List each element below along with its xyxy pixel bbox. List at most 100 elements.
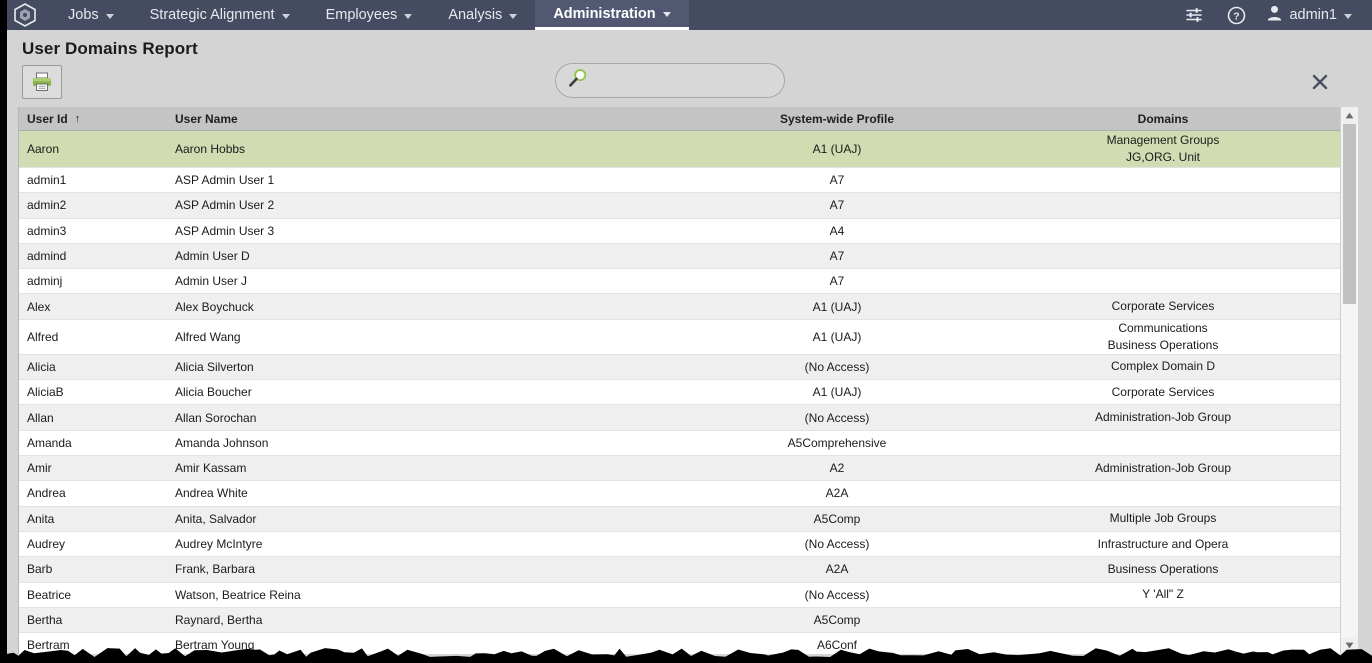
cell-system-wide-profile: A4 bbox=[829, 223, 845, 238]
cell-system-wide-profile: (No Access) bbox=[804, 537, 870, 552]
magnifier-icon bbox=[568, 68, 588, 93]
cell-system-wide-profile: A7 bbox=[829, 249, 845, 264]
cell-user-id: Audrey bbox=[27, 537, 66, 552]
cell-user-name: Admin User J bbox=[175, 274, 248, 289]
column-header-domains[interactable]: Domains bbox=[987, 112, 1339, 126]
table-row[interactable]: adminj Admin User J A7 bbox=[19, 269, 1354, 295]
column-header-user-id[interactable]: User Id ↑ bbox=[19, 112, 167, 126]
table-row[interactable]: admind Admin User D A7 bbox=[19, 243, 1354, 270]
scroll-up-button[interactable] bbox=[1341, 107, 1358, 124]
cell-domains bbox=[987, 269, 1339, 293]
table-row[interactable]: Bertha Raynard, Bertha A5Comp bbox=[19, 607, 1354, 634]
table-row[interactable]: AliciaB Alicia Boucher A1 (UAJ) Corporate S… bbox=[19, 380, 1354, 406]
close-report-button[interactable] bbox=[1305, 67, 1335, 97]
domain-entry: Management Groups bbox=[1106, 132, 1220, 147]
nav-item-label: Strategic Alignment bbox=[149, 7, 275, 23]
cell-user-name: ASP Admin User 2 bbox=[175, 198, 275, 213]
user-avatar-icon bbox=[1267, 5, 1282, 25]
cell-user-id: Barb bbox=[27, 562, 53, 577]
cell-system-wide-profile: A5Comprehensive bbox=[787, 435, 887, 450]
cell-domains bbox=[987, 219, 1339, 243]
user-menu[interactable]: admin1 bbox=[1257, 5, 1358, 25]
sort-ascending-icon: ↑ bbox=[74, 112, 81, 125]
table-row[interactable]: Allan Allan Sorochan (No Access) Administra… bbox=[19, 405, 1354, 431]
column-header-system-wide-profile[interactable]: System-wide Profile bbox=[687, 112, 987, 126]
column-label: User Id bbox=[27, 111, 68, 126]
domain-entry: Business Operations bbox=[1107, 561, 1219, 576]
cell-system-wide-profile: A5Comp bbox=[813, 511, 861, 526]
table-row[interactable]: Alex Alex Boychuck A1 (UAJ) Corporate Servi… bbox=[19, 294, 1354, 320]
cell-user-name: Frank, Barbara bbox=[175, 562, 256, 577]
chevron-down-icon bbox=[281, 13, 290, 19]
table-row[interactable]: Amir Amir Kassam A2 Administration-Job Grou… bbox=[19, 456, 1354, 482]
scrollbar-thumb[interactable] bbox=[1343, 124, 1356, 304]
cell-user-id: Bertram bbox=[27, 638, 70, 653]
table-row[interactable]: admin1 ASP Admin User 1 A7 bbox=[19, 168, 1354, 194]
table-row[interactable]: Alicia Alicia Silverton (No Access) Complex… bbox=[19, 354, 1354, 381]
domain-entry: Multiple Job Groups bbox=[1109, 511, 1217, 526]
nav-item-strategic-alignment[interactable]: Strategic Alignment bbox=[132, 0, 308, 30]
cell-user-id: Amanda bbox=[27, 435, 72, 450]
cell-domains: Management Groups JG,ORG. Unit bbox=[987, 131, 1339, 167]
cell-system-wide-profile: A7 bbox=[829, 198, 845, 213]
table-row[interactable]: Alfred Alfred Wang A1 (UAJ) Communications B… bbox=[19, 319, 1354, 355]
cell-system-wide-profile: (No Access) bbox=[804, 410, 870, 425]
table-row[interactable]: admin2 ASP Admin User 2 A7 bbox=[19, 193, 1354, 219]
table-row[interactable]: Amanda Amanda Johnson A5Comprehensive bbox=[19, 430, 1354, 457]
cell-system-wide-profile: A1 (UAJ) bbox=[812, 299, 862, 314]
chevron-down-icon bbox=[105, 13, 114, 19]
chevron-down-icon bbox=[662, 12, 671, 17]
table-row[interactable]: Barb Frank, Barbara A2A Business Operations bbox=[19, 557, 1354, 583]
cell-user-name: Anita, Salvador bbox=[175, 511, 257, 526]
app-logo[interactable] bbox=[0, 0, 50, 30]
domain-entry: Infrastructure and Opera bbox=[1097, 536, 1229, 551]
cell-user-name: Watson, Beatrice Reina bbox=[175, 587, 301, 602]
column-label: System-wide Profile bbox=[779, 111, 895, 126]
top-navigation-bar: Jobs Strategic Alignment Employees Analy… bbox=[0, 0, 1372, 30]
search-input[interactable] bbox=[596, 73, 776, 88]
cell-user-id: AliciaB bbox=[27, 385, 64, 400]
cell-system-wide-profile: A7 bbox=[829, 173, 845, 188]
table-row[interactable]: Audrey Audrey McIntyre (No Access) Infrastr… bbox=[19, 531, 1354, 558]
chevron-down-icon bbox=[404, 13, 413, 19]
table-row[interactable]: Beatrice Watson, Beatrice Reina (No Access… bbox=[19, 582, 1354, 608]
domain-entry: JG,ORG. Unit bbox=[1125, 150, 1200, 164]
cell-system-wide-profile: A7 bbox=[829, 274, 845, 289]
cell-domains: Infrastructure and Opera bbox=[987, 532, 1339, 556]
table-row[interactable]: Aaron Aaron Hobbs A1 (UAJ) Management Group… bbox=[19, 131, 1354, 168]
cell-user-id: Amir bbox=[27, 461, 52, 476]
settings-sliders-icon[interactable] bbox=[1173, 0, 1215, 30]
cell-user-name: ASP Admin User 1 bbox=[175, 173, 275, 188]
table-row[interactable]: Bertram Bertram Young A6Conf bbox=[19, 633, 1354, 654]
cell-user-id: Alfred bbox=[27, 329, 59, 344]
column-label: User Name bbox=[175, 111, 238, 126]
scroll-down-button[interactable] bbox=[1341, 637, 1358, 654]
print-button[interactable] bbox=[22, 65, 62, 99]
help-question-icon[interactable]: ? bbox=[1215, 0, 1257, 30]
domain-entry: Complex Domain D bbox=[1110, 359, 1216, 374]
nav-item-administration[interactable]: Administration bbox=[535, 0, 689, 30]
user-domains-table: User Id ↑ User Name System-wide Profile … bbox=[18, 107, 1354, 654]
table-row[interactable]: admin3 ASP Admin User 3 A4 bbox=[19, 218, 1354, 244]
domain-entry: Corporate Services bbox=[1111, 384, 1215, 399]
table-row[interactable]: Anita Anita, Salvador A5Comp Multiple Job G… bbox=[19, 506, 1354, 532]
vertical-scrollbar[interactable] bbox=[1340, 107, 1358, 654]
cell-user-name: Alicia Silverton bbox=[175, 359, 254, 374]
nav-menu: Jobs Strategic Alignment Employees Analy… bbox=[50, 0, 689, 30]
cell-user-name: Amir Kassam bbox=[175, 461, 247, 476]
svg-text:?: ? bbox=[1233, 10, 1239, 22]
nav-item-employees[interactable]: Employees bbox=[308, 0, 431, 30]
nav-item-jobs[interactable]: Jobs bbox=[50, 0, 132, 30]
cell-user-name: Aaron Hobbs bbox=[175, 142, 246, 156]
domain-entry: Y 'All" Z bbox=[1142, 587, 1184, 602]
table-row[interactable]: Andrea Andrea White A2A bbox=[19, 481, 1354, 507]
cell-user-id: admind bbox=[27, 249, 67, 264]
cell-user-id: Aaron bbox=[27, 142, 60, 156]
table-header-row: User Id ↑ User Name System-wide Profile … bbox=[19, 107, 1354, 131]
nav-item-analysis[interactable]: Analysis bbox=[430, 0, 535, 30]
domain-entry: Administration-Job Group bbox=[1094, 460, 1232, 475]
column-header-user-name[interactable]: User Name bbox=[167, 112, 687, 126]
search-box[interactable] bbox=[555, 63, 785, 98]
domain-entry: Business Operations bbox=[1107, 337, 1219, 352]
chevron-down-icon bbox=[509, 13, 518, 19]
